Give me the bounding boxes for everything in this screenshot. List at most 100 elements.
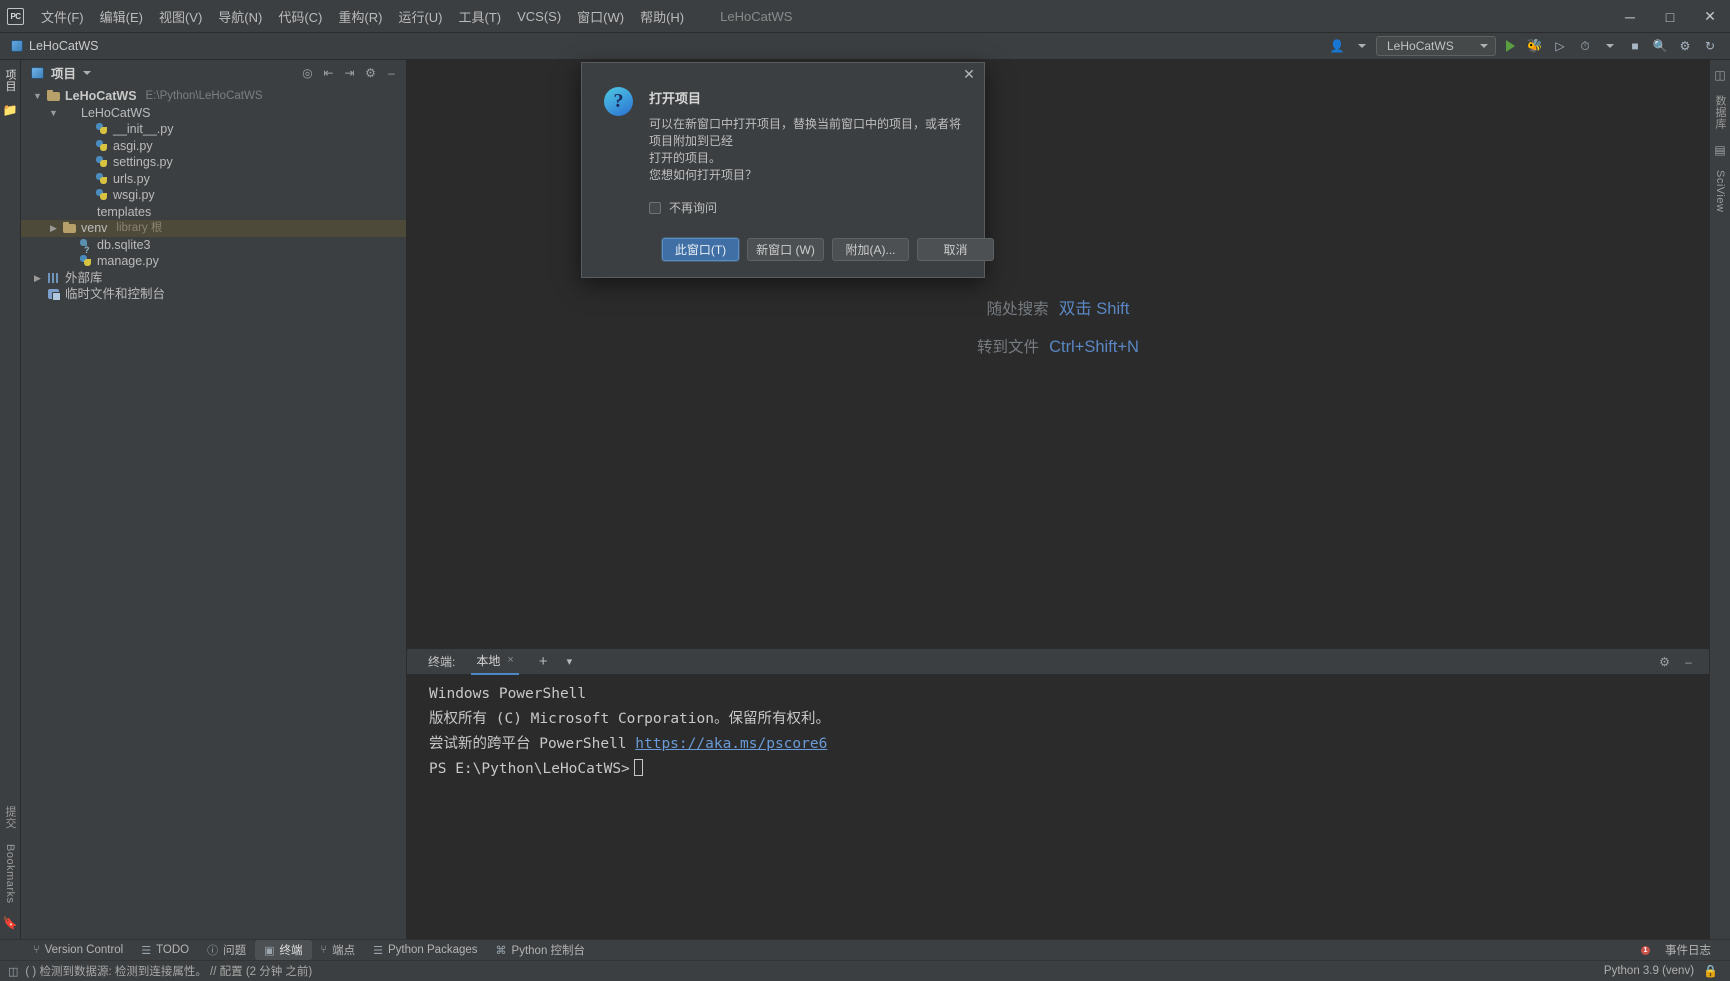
menu-window[interactable]: 窗口(W) — [569, 3, 632, 30]
chevron-down-icon[interactable]: ▾ — [562, 655, 578, 668]
menu-refactor[interactable]: 重构(R) — [330, 3, 390, 30]
terminal-output[interactable]: Windows PowerShell 版权所有 (C) Microsoft Cor… — [407, 674, 1709, 939]
chevron-right-icon[interactable]: ▶ — [32, 270, 43, 286]
interpreter-indicator[interactable]: Python 3.9 (venv) — [1604, 965, 1694, 977]
tree-node[interactable]: ▼ LeHoCatWS E:\Python\LeHoCatWS — [21, 88, 406, 105]
py-icon — [95, 139, 109, 153]
tree-node[interactable]: db.sqlite3 — [21, 237, 406, 254]
tree-node[interactable]: templates — [21, 204, 406, 221]
checkbox-box[interactable] — [649, 201, 661, 214]
stop-icon[interactable]: ■ — [1624, 36, 1646, 57]
chevron-down-icon[interactable]: ▼ — [48, 105, 59, 121]
settings-icon[interactable]: ⚙ — [1674, 36, 1696, 57]
status-bar: ◫ ( ) 检测到数据源: 检测到连接属性。 // 配置 (2 分钟 之前) P… — [0, 960, 1730, 981]
menu-help[interactable]: 帮助(H) — [632, 3, 692, 30]
add-terminal-icon[interactable]: + — [534, 653, 553, 670]
tree-node-label: 外部库 — [65, 270, 103, 285]
terminal-text: Windows PowerShell — [429, 686, 587, 702]
new-window-button[interactable]: 新窗口 (W) — [747, 238, 824, 261]
minimize-button[interactable]: ─ — [1610, 0, 1650, 33]
account-icon[interactable]: 👤 — [1326, 36, 1348, 57]
expand-all-icon[interactable]: ⇤ — [319, 63, 338, 82]
toolwindow-python-packages[interactable]: ☰ Python Packages — [364, 942, 486, 959]
project-panel-title-group[interactable]: 项目 — [31, 63, 92, 82]
close-button[interactable]: ✕ — [1690, 0, 1730, 33]
strip-button-sciview[interactable]: SciView — [1713, 167, 1727, 215]
maximize-button[interactable]: □ — [1650, 0, 1690, 33]
strip-button-project[interactable]: 项目 — [1, 66, 19, 95]
tool-window-label: 端点 — [332, 945, 356, 957]
menu-tools[interactable]: 工具(T) — [450, 3, 509, 30]
chevron-down-icon[interactable]: ▼ — [32, 88, 43, 104]
run-configuration-selector[interactable]: LeHoCatWS — [1376, 36, 1496, 56]
chevron-right-icon[interactable]: ▶ — [48, 220, 59, 236]
locate-icon[interactable]: ◎ — [298, 63, 317, 82]
strip-button-commit[interactable]: 提交 — [1, 803, 19, 832]
menu-navigate[interactable]: 导航(N) — [210, 3, 270, 30]
terminal-tab-local[interactable]: 本地 × — [471, 649, 519, 675]
tree-node[interactable]: asgi.py — [21, 138, 406, 155]
tree-node[interactable]: ▼ LeHoCatWS — [21, 105, 406, 122]
debug-icon[interactable]: 🐝 — [1524, 36, 1546, 57]
tree-node[interactable]: ▶ venv library 根 — [21, 220, 406, 237]
menu-vcs[interactable]: VCS(S) — [509, 5, 569, 28]
toolwindow-todo[interactable]: ☰ TODO — [132, 942, 198, 959]
hide-icon[interactable]: – — [1679, 652, 1698, 671]
gear-icon[interactable]: ⚙ — [1655, 652, 1674, 671]
toolwindow-event-log[interactable]: 事件日志 — [1656, 940, 1720, 960]
profile-icon[interactable]: ⏱ — [1574, 36, 1596, 57]
search-icon[interactable]: 🔍 — [1649, 36, 1671, 57]
tool-window-label: 终端 — [279, 945, 303, 957]
menu-code[interactable]: 代码(C) — [270, 3, 330, 30]
terminal-link[interactable]: https://aka.ms/pscore6 — [635, 736, 827, 752]
py-icon — [95, 122, 109, 136]
hide-icon[interactable]: – — [382, 63, 401, 82]
toolwindow-terminal[interactable]: ▣ 终端 — [255, 940, 312, 960]
collapse-all-icon[interactable]: ⇥ — [340, 63, 359, 82]
cancel-button[interactable]: 取消 — [917, 238, 994, 261]
tree-node[interactable]: __init__.py — [21, 121, 406, 138]
database-icon[interactable]: ◫ — [1714, 68, 1725, 82]
chevron-down-icon[interactable] — [83, 70, 92, 75]
menu-file[interactable]: 文件(F) — [33, 3, 92, 30]
toolwindow-python-console[interactable]: ⌘ Python 控制台 — [487, 940, 595, 960]
menu-edit[interactable]: 编辑(E) — [92, 3, 151, 30]
structure-icon[interactable]: 📁 — [3, 103, 18, 117]
chevron-down-icon[interactable] — [1599, 36, 1621, 57]
close-icon[interactable]: × — [507, 654, 513, 666]
close-icon[interactable]: ✕ — [960, 65, 978, 83]
lock-icon[interactable]: 🔒 — [1703, 964, 1718, 978]
dont-ask-again-checkbox[interactable]: 不再询问 — [649, 199, 966, 216]
tree-node-label: venv — [81, 221, 108, 236]
tree-node[interactable]: ▶ 外部库 — [21, 270, 406, 287]
tree-node-label: wsgi.py — [113, 188, 155, 203]
toolwindow-version-control[interactable]: ⑂ Version Control — [24, 942, 132, 958]
sciview-icon[interactable]: ▤ — [1714, 143, 1725, 157]
tree-node[interactable]: wsgi.py — [21, 187, 406, 204]
status-message[interactable]: ( ) 检测到数据源: 检测到连接属性。 // 配置 (2 分钟 之前) — [25, 963, 312, 979]
run-icon[interactable] — [1499, 36, 1521, 57]
tree-node-label: settings.py — [113, 155, 173, 170]
attach-button[interactable]: 附加(A)... — [832, 238, 909, 261]
tree-node[interactable]: settings.py — [21, 154, 406, 171]
toolwindow-problems[interactable]: ⓘ 问题 — [198, 940, 255, 960]
this-window-button[interactable]: 此窗口(T) — [662, 238, 739, 261]
menu-run[interactable]: 运行(U) — [390, 3, 450, 30]
tree-node[interactable]: urls.py — [21, 171, 406, 188]
chevron-down-icon[interactable] — [1351, 36, 1373, 57]
updates-icon[interactable]: ↻ — [1699, 36, 1721, 57]
strip-button-bookmarks[interactable]: Bookmarks — [3, 841, 17, 907]
gear-icon[interactable]: ⚙ — [361, 63, 380, 82]
project-tree[interactable]: ▼ LeHoCatWS E:\Python\LeHoCatWS ▼ LeHoCatWS _… — [21, 85, 406, 939]
bookmark-icon[interactable]: 🔖 — [3, 916, 18, 930]
coverage-icon[interactable]: ▷ — [1549, 36, 1571, 57]
menu-view[interactable]: 视图(V) — [151, 3, 210, 30]
endpoints-icon: ⑂ — [320, 944, 328, 956]
strip-button-database[interactable]: 数据库 — [1711, 92, 1729, 133]
folder-src-icon — [63, 106, 77, 120]
navbar-breadcrumb[interactable]: LeHoCatWS — [0, 39, 98, 53]
tool-window-label: 问题 — [223, 945, 247, 957]
toolwindow-endpoints[interactable]: ⑂ 端点 — [312, 940, 365, 960]
tree-node[interactable]: manage.py — [21, 253, 406, 270]
tree-node[interactable]: 临时文件和控制台 — [21, 286, 406, 303]
